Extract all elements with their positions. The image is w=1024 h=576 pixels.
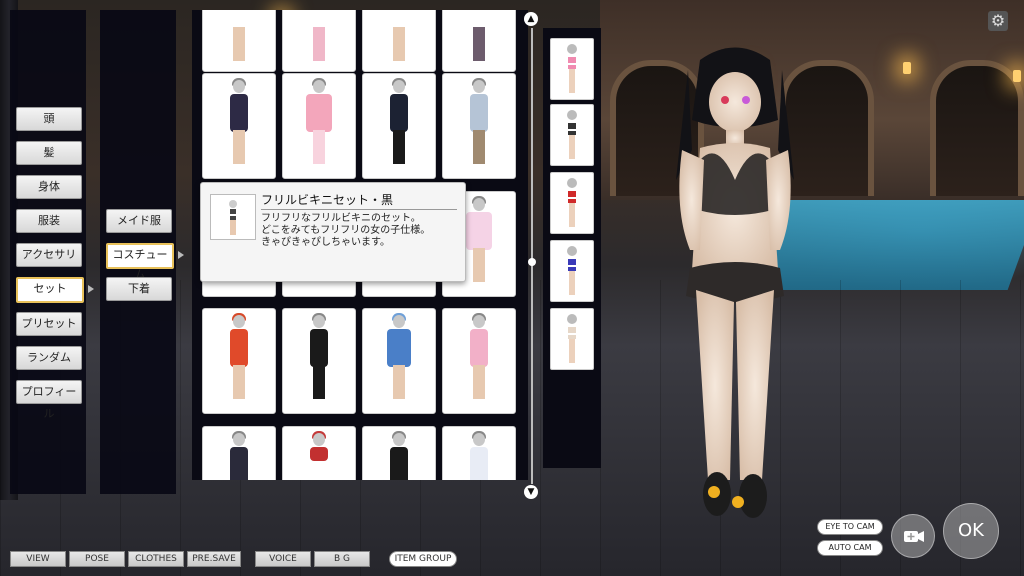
tooltip-divider xyxy=(261,209,457,210)
variant-white[interactable] xyxy=(550,308,594,370)
clothes-button[interactable]: CLOTHES xyxy=(128,551,184,567)
submenu-maid[interactable]: メイド服 xyxy=(106,209,172,233)
character-model xyxy=(660,40,810,540)
gear-icon[interactable]: ⚙ xyxy=(988,11,1008,31)
item-card[interactable] xyxy=(202,426,276,480)
tooltip-title: フリルビキニセット・黒 xyxy=(261,193,394,207)
variant-black[interactable] xyxy=(550,104,594,166)
menu-accessory[interactable]: アクセサリ xyxy=(16,243,82,267)
arrow-down-circle-icon[interactable]: ▼ xyxy=(524,485,538,499)
item-card[interactable] xyxy=(362,308,436,414)
menu-set[interactable]: セット xyxy=(16,277,84,303)
item-card[interactable] xyxy=(362,426,436,480)
item-card[interactable] xyxy=(282,308,356,414)
tooltip-description: フリフリなフリルビキニのセット。 どこをみてもフリフリの女の子仕様。 きゃぴきゃ… xyxy=(261,213,431,248)
menu-profile[interactable]: プロフィール xyxy=(16,380,82,420)
voice-button[interactable]: VOICE xyxy=(255,551,311,567)
item-card[interactable] xyxy=(442,73,516,179)
menu-clothes[interactable]: 服装 xyxy=(16,209,82,233)
item-card[interactable] xyxy=(202,10,276,72)
item-card[interactable] xyxy=(442,10,516,72)
menu-hair[interactable]: 髪 xyxy=(16,141,82,165)
eye-to-cam-button[interactable]: EYE TO CAM xyxy=(817,519,883,535)
submenu-underwear[interactable]: 下着 xyxy=(106,277,172,301)
item-card[interactable] xyxy=(442,426,516,480)
pose-button[interactable]: POSE xyxy=(69,551,125,567)
submenu-costume[interactable]: コスチューム xyxy=(106,243,174,281)
item-card[interactable] xyxy=(362,73,436,179)
pre-save-button[interactable]: PRE.SAVE xyxy=(187,551,241,567)
menu-preset[interactable]: プリセット xyxy=(16,312,82,336)
item-card[interactable] xyxy=(282,426,356,480)
item-tooltip: フリルビキニセット・黒 フリフリなフリルビキニのセット。 どこをみてもフリフリの… xyxy=(200,182,466,282)
item-card[interactable] xyxy=(202,73,276,179)
variant-red[interactable] xyxy=(550,172,594,234)
video-camera-plus-icon[interactable] xyxy=(891,514,935,558)
bg-button[interactable]: B G xyxy=(314,551,370,567)
scrollbar-track[interactable] xyxy=(531,28,533,484)
arrow-up-circle-icon[interactable]: ▲ xyxy=(524,12,538,26)
menu-body[interactable]: 身体 xyxy=(16,175,82,199)
item-card[interactable] xyxy=(282,73,356,179)
ok-button[interactable]: OK xyxy=(943,503,999,559)
auto-cam-button[interactable]: AUTO CAM xyxy=(817,540,883,556)
scrollbar-thumb[interactable] xyxy=(528,258,536,266)
variant-pink[interactable] xyxy=(550,38,594,100)
item-card[interactable] xyxy=(202,308,276,414)
item-card[interactable] xyxy=(362,10,436,72)
variant-blue[interactable] xyxy=(550,240,594,302)
menu-set-arrow-icon xyxy=(88,285,94,293)
item-card[interactable] xyxy=(442,308,516,414)
item-card[interactable] xyxy=(282,10,356,72)
view-button[interactable]: VIEW xyxy=(10,551,66,567)
submenu-arrow-icon xyxy=(178,251,184,259)
item-group-button[interactable]: ITEM GROUP xyxy=(389,551,457,567)
menu-head[interactable]: 頭 xyxy=(16,107,82,131)
menu-random[interactable]: ランダム xyxy=(16,346,82,370)
tooltip-thumbnail xyxy=(210,194,256,240)
